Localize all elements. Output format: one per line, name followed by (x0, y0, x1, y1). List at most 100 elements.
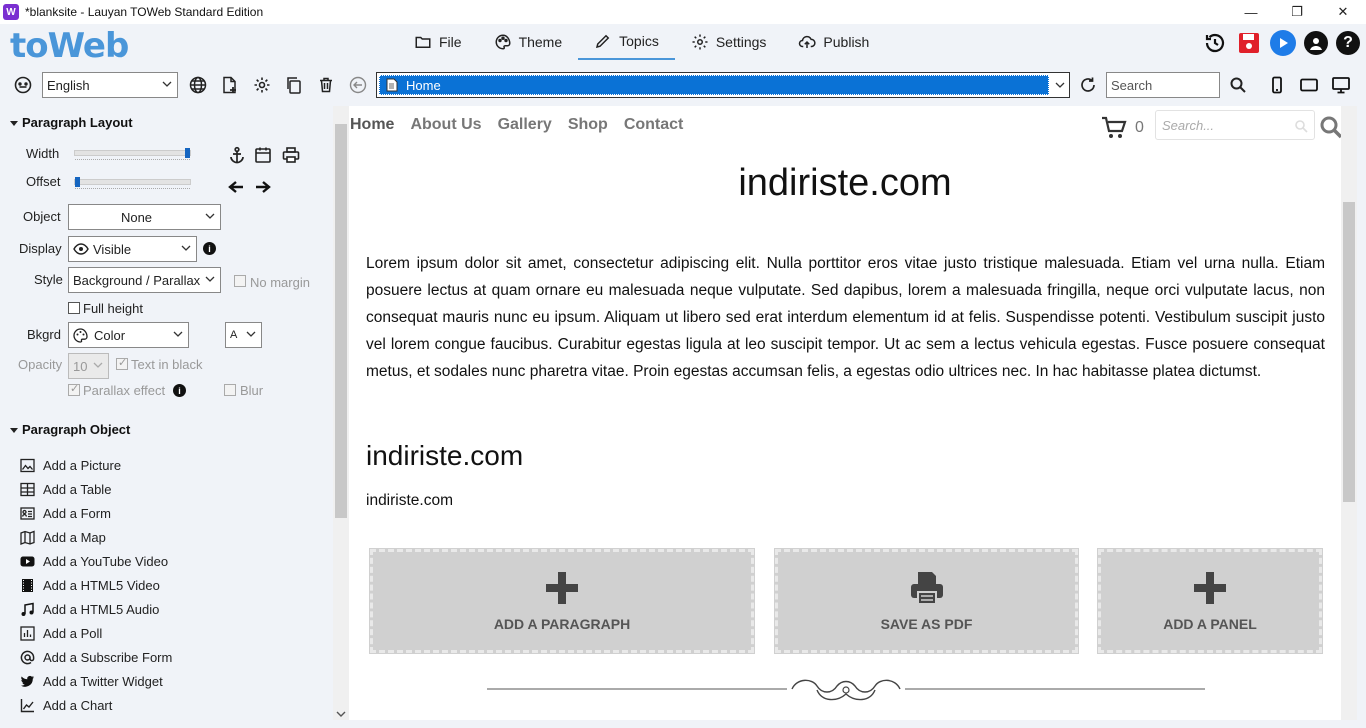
tab-settings[interactable]: Settings (675, 24, 783, 60)
palette-icon (73, 327, 88, 343)
chevron-down-icon (246, 331, 256, 337)
paragraph-object-header[interactable]: Paragraph Object (10, 422, 130, 437)
cloud-upload-icon (799, 35, 817, 48)
add-html5-video-item[interactable]: Add a HTML5 Video (20, 575, 160, 595)
arrow-left-icon[interactable] (227, 178, 245, 196)
width-slider-thumb[interactable] (185, 148, 190, 158)
site-search-input[interactable]: Search... (1155, 110, 1315, 140)
nav-home[interactable]: Home (350, 116, 394, 134)
info-icon[interactable]: i (203, 242, 216, 255)
offset-slider[interactable] (74, 177, 191, 189)
scrollbar-thumb[interactable] (335, 124, 347, 518)
nav-gallery[interactable]: Gallery (498, 116, 552, 134)
add-html5-audio-item[interactable]: Add a HTML5 Audio (20, 599, 159, 619)
cart[interactable]: 0 (1101, 116, 1144, 140)
left-panel-scrollbar[interactable] (333, 106, 349, 720)
scroll-down-arrow-icon[interactable] (336, 710, 346, 718)
tab-theme[interactable]: Theme (478, 24, 579, 60)
body-paragraph: Lorem ipsum dolor sit amet, consectetur … (366, 255, 1325, 380)
nav-shop[interactable]: Shop (568, 116, 608, 134)
blur-checkbox[interactable] (224, 384, 236, 396)
close-button[interactable]: ✕ (1320, 0, 1366, 24)
preview-scrollbar[interactable] (1341, 106, 1357, 720)
display-select[interactable]: Visible (68, 236, 197, 262)
nav-contact[interactable]: Contact (624, 116, 684, 134)
history-icon[interactable] (1202, 30, 1228, 56)
search-icon[interactable] (1229, 76, 1247, 94)
offset-slider-thumb[interactable] (75, 177, 80, 187)
globe-icon[interactable] (189, 76, 207, 94)
scrollbar-thumb[interactable] (1343, 202, 1355, 502)
slider-ticks (75, 159, 190, 162)
chevron-down-icon (205, 276, 215, 282)
account-icon[interactable] (1304, 31, 1328, 55)
tablet-view-icon[interactable] (1300, 76, 1318, 94)
add-table-item[interactable]: Add a Table (20, 479, 111, 499)
pencil-icon (596, 34, 610, 49)
printer-icon[interactable] (282, 146, 300, 164)
minimize-button[interactable]: — (1228, 0, 1274, 24)
help-icon[interactable]: ? (1336, 31, 1360, 55)
tab-file[interactable]: File (398, 24, 478, 60)
object-select[interactable]: None (68, 204, 221, 230)
tab-topics[interactable]: Topics (578, 24, 675, 60)
add-map-item[interactable]: Add a Map (20, 527, 106, 547)
object-label: Object (23, 209, 61, 224)
back-circle-icon[interactable] (349, 76, 367, 94)
add-poll-item[interactable]: Add a Poll (20, 623, 102, 643)
nav-about-us[interactable]: About Us (410, 116, 481, 134)
tab-publish[interactable]: Publish (782, 24, 885, 60)
site-search-button-icon[interactable] (1319, 115, 1341, 139)
opacity-label: Opacity (18, 357, 63, 372)
refresh-icon[interactable] (1079, 76, 1097, 94)
language-select[interactable]: English (42, 72, 178, 98)
page-address-select[interactable]: Home (376, 72, 1070, 98)
anchor-icon[interactable] (228, 146, 246, 164)
chevron-down-icon (1055, 82, 1065, 88)
opacity-select[interactable]: 10 (68, 353, 109, 379)
full-height-checkbox[interactable] (68, 302, 80, 314)
blur-label: Blur (240, 383, 264, 398)
collapse-triangle-icon (10, 121, 18, 127)
no-margin-label: No margin (250, 275, 310, 290)
add-paragraph-button[interactable]: ADD A PARAGRAPH (369, 548, 755, 654)
calendar-icon[interactable] (254, 146, 272, 164)
add-youtube-video-item[interactable]: Add a YouTube Video (20, 551, 168, 571)
arrow-right-icon[interactable] (254, 178, 272, 196)
page-settings-icon[interactable] (253, 76, 271, 94)
desktop-view-icon[interactable] (1332, 76, 1350, 94)
no-margin-checkbox[interactable] (234, 275, 246, 287)
cart-count: 0 (1135, 119, 1144, 136)
duplicate-icon[interactable] (285, 76, 303, 94)
save-icon[interactable] (1236, 30, 1262, 56)
add-panel-button[interactable]: ADD A PANEL (1097, 548, 1323, 654)
font-color-select[interactable]: A (225, 322, 262, 348)
add-form-item[interactable]: Add a Form (20, 503, 111, 523)
text-in-black-checkbox[interactable] (116, 356, 128, 370)
info-icon[interactable]: i (173, 384, 186, 397)
add-picture-item[interactable]: Add a Picture (20, 455, 121, 475)
plus-icon (1194, 572, 1226, 604)
smiley-icon[interactable] (14, 76, 32, 94)
restore-button[interactable]: ❐ (1274, 0, 1320, 24)
add-subscribe-form-item[interactable]: Add a Subscribe Form (20, 647, 172, 667)
bkgrd-select[interactable]: Color (68, 322, 189, 348)
mobile-view-icon[interactable] (1268, 76, 1286, 94)
save-as-pdf-button[interactable]: SAVE AS PDF (774, 548, 1079, 654)
bkgrd-value: Color (94, 327, 126, 343)
search-input[interactable]: Search (1106, 72, 1220, 98)
width-slider[interactable] (74, 148, 191, 160)
parallax-effect-checkbox[interactable] (68, 382, 80, 396)
add-page-icon[interactable] (221, 76, 239, 94)
item-label: Add a Poll (43, 625, 103, 641)
poll-icon (20, 625, 35, 641)
add-chart-item[interactable]: Add a Chart (20, 695, 112, 715)
add-twitter-widget-item[interactable]: Add a Twitter Widget (20, 671, 163, 691)
trash-icon[interactable] (317, 76, 335, 94)
secondary-toolbar: English Home Search (0, 68, 1366, 102)
main-tabs: File Theme Topics Settings Publish (398, 24, 885, 64)
paragraph-layout-header[interactable]: Paragraph Layout (10, 115, 133, 130)
preview-play-icon[interactable] (1270, 30, 1296, 56)
music-icon (21, 602, 34, 616)
style-select[interactable]: Background / Parallax (68, 267, 221, 293)
